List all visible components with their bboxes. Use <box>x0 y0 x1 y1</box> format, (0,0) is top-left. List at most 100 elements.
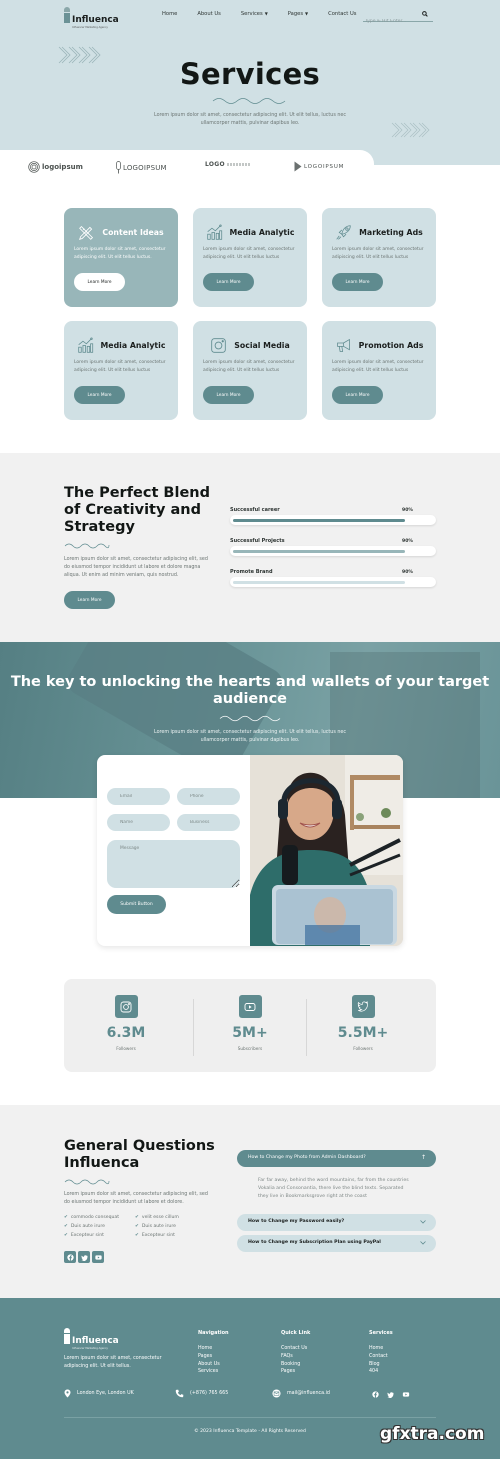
blend-section: The Perfect Blend of Creativity and Stra… <box>0 453 500 642</box>
learn-more-button[interactable]: Learn More <box>203 273 254 291</box>
checkmark-icon: ✔ <box>135 1233 139 1238</box>
faq-description: Lorem ipsum dolor sit amet, consectetur … <box>64 1192 208 1206</box>
partner-logo-text: LOGOIPSUM <box>304 163 345 170</box>
check-text: commodo consequat <box>70 1215 120 1220</box>
footer-column-title: Services <box>369 1330 393 1336</box>
footer-link[interactable]: Contact Us <box>281 1345 310 1353</box>
footer-link[interactable]: Booking <box>281 1361 310 1369</box>
service-card[interactable]: Media Analytic Lorem ipsum dolor sit ame… <box>64 321 178 420</box>
service-card[interactable]: Promotion Ads Lorem ipsum dolor sit amet… <box>322 321 436 420</box>
skill-fill <box>233 518 405 522</box>
name-field[interactable] <box>107 814 170 831</box>
brand-logo[interactable]: Influenca Influencer Marketing Agency <box>64 7 119 30</box>
footer-link[interactable]: Pages <box>198 1353 229 1361</box>
learn-more-button[interactable]: Learn More <box>64 591 115 609</box>
footer-link[interactable]: About Us <box>198 1361 229 1369</box>
service-card[interactable]: Social Media Lorem ipsum dolor sit amet,… <box>193 321 307 420</box>
facebook-icon[interactable] <box>64 1251 76 1263</box>
email-text: mail@influenca.id <box>287 1391 330 1396</box>
chevron-down-icon <box>420 1241 426 1245</box>
youtube-icon[interactable] <box>402 1391 410 1398</box>
podcaster-illustration <box>250 755 403 946</box>
footer-link[interactable]: Services <box>198 1368 229 1376</box>
footer-link[interactable]: Home <box>369 1345 393 1353</box>
faq-item-open[interactable]: How to Change my Photo from Admin Dashbo… <box>237 1150 436 1167</box>
rocket-icon <box>336 225 351 240</box>
skill-label: Successful career <box>230 507 280 513</box>
service-description: Lorem ipsum dolor sit amet, consectetur … <box>203 247 295 260</box>
youtube-icon <box>238 995 262 1018</box>
concentric-circles-icon <box>28 161 40 173</box>
podcaster-photo <box>250 755 403 946</box>
business-field[interactable] <box>177 814 240 831</box>
footer-link[interactable]: Pages <box>281 1368 310 1376</box>
email-field[interactable] <box>107 788 170 805</box>
nav-item-pages-label: Pages <box>287 11 304 17</box>
check-text: Excepteur sint <box>141 1233 175 1238</box>
footer-column-title: Quick Link <box>281 1330 311 1336</box>
faq-item[interactable]: How to Change my Subscription Plan using… <box>237 1235 436 1252</box>
learn-more-button[interactable]: Learn More <box>203 386 254 404</box>
faq-title: General Questions Influenca <box>64 1138 215 1171</box>
submit-button[interactable]: Submit Button <box>107 895 166 914</box>
skill-fill <box>233 580 405 584</box>
partner-logo: LOGOIPSUM <box>116 161 167 174</box>
stat-label: Followers <box>116 1046 136 1051</box>
wave-divider-icon <box>64 543 110 549</box>
blend-title: The Perfect Blend of Creativity and Stra… <box>64 485 210 535</box>
check-text: Excepteur sint <box>70 1233 104 1238</box>
footer-link[interactable]: Contact <box>369 1353 393 1361</box>
chevron-down-icon <box>420 1220 426 1224</box>
footer-logo[interactable]: Influenca Influencer Marketing Agency <box>64 1328 119 1351</box>
checkmark-icon: ✔ <box>135 1224 139 1229</box>
blend-description: Lorem ipsum dolor sit amet, consectetur … <box>64 557 208 579</box>
service-card[interactable]: Media Analytic Lorem ipsum dolor sit ame… <box>193 208 307 307</box>
skill-value: 90% <box>402 539 413 544</box>
location-pin-icon <box>64 1389 71 1398</box>
faq-item[interactable]: How to Change my Password easily? <box>237 1214 436 1231</box>
footer-link[interactable]: FAQs <box>281 1353 310 1361</box>
brand-tagline: Influencer Marketing Agency <box>72 26 108 29</box>
twitter-icon[interactable] <box>387 1391 394 1398</box>
facebook-icon[interactable] <box>372 1391 379 1398</box>
nav-item-about[interactable]: About Us <box>197 11 221 17</box>
nav-item-home[interactable]: Home <box>162 11 177 17</box>
footer-link[interactable]: Blog <box>369 1361 393 1369</box>
phone-field[interactable] <box>177 788 240 805</box>
stat-value: 5.5M+ <box>337 1025 389 1041</box>
twitter-icon <box>351 995 375 1018</box>
service-description: Lorem ipsum dolor sit amet, consectetur … <box>74 247 166 260</box>
checkmark-icon: ✔ <box>135 1215 139 1220</box>
learn-more-button[interactable]: Learn More <box>74 386 125 404</box>
partner-logo-text: logoipsum <box>42 163 83 171</box>
learn-more-button[interactable]: Learn More <box>74 273 125 291</box>
twitter-icon[interactable] <box>78 1251 90 1263</box>
brand-tagline: Influencer Marketing Agency <box>72 1347 108 1350</box>
footer-link[interactable]: 404 <box>369 1368 393 1376</box>
key-description: Lorem ipsum dolor sit amet, consectetur … <box>153 730 346 743</box>
footer-email[interactable]: mail@influenca.id <box>272 1389 330 1398</box>
footer-phone[interactable]: (+876) 765 665 <box>175 1389 228 1398</box>
stat-value: 6.3M <box>106 1025 146 1041</box>
service-description: Lorem ipsum dolor sit amet, consectetur … <box>332 360 424 373</box>
skill-track <box>230 577 436 587</box>
youtube-icon[interactable] <box>92 1251 104 1263</box>
learn-more-button[interactable]: Learn More <box>332 273 383 291</box>
nav-links: Home About Us Services ▼ Pages ▼ Contact U… <box>162 11 376 17</box>
service-card[interactable]: Marketing Ads Lorem ipsum dolor sit amet… <box>322 208 436 307</box>
nav-item-pages[interactable]: Pages ▼ <box>288 11 308 17</box>
service-title: Promotion Ads <box>358 341 424 350</box>
message-field[interactable] <box>107 840 240 888</box>
logo-mark-icon <box>64 1328 70 1344</box>
nav-item-services[interactable]: Services ▼ <box>241 11 268 17</box>
search-icon[interactable] <box>422 11 428 17</box>
social-links <box>64 1251 106 1263</box>
learn-more-button[interactable]: Learn More <box>332 386 383 404</box>
nav-item-contact[interactable]: Contact Us <box>328 11 356 17</box>
service-title: Media Analytic <box>229 228 295 237</box>
service-title: Media Analytic <box>100 341 166 350</box>
checkmark-icon: ✔ <box>64 1215 68 1220</box>
footer-link[interactable]: Home <box>198 1345 229 1353</box>
search-input[interactable] <box>363 15 415 28</box>
service-card[interactable]: Content Ideas Lorem ipsum dolor sit amet… <box>64 208 178 307</box>
